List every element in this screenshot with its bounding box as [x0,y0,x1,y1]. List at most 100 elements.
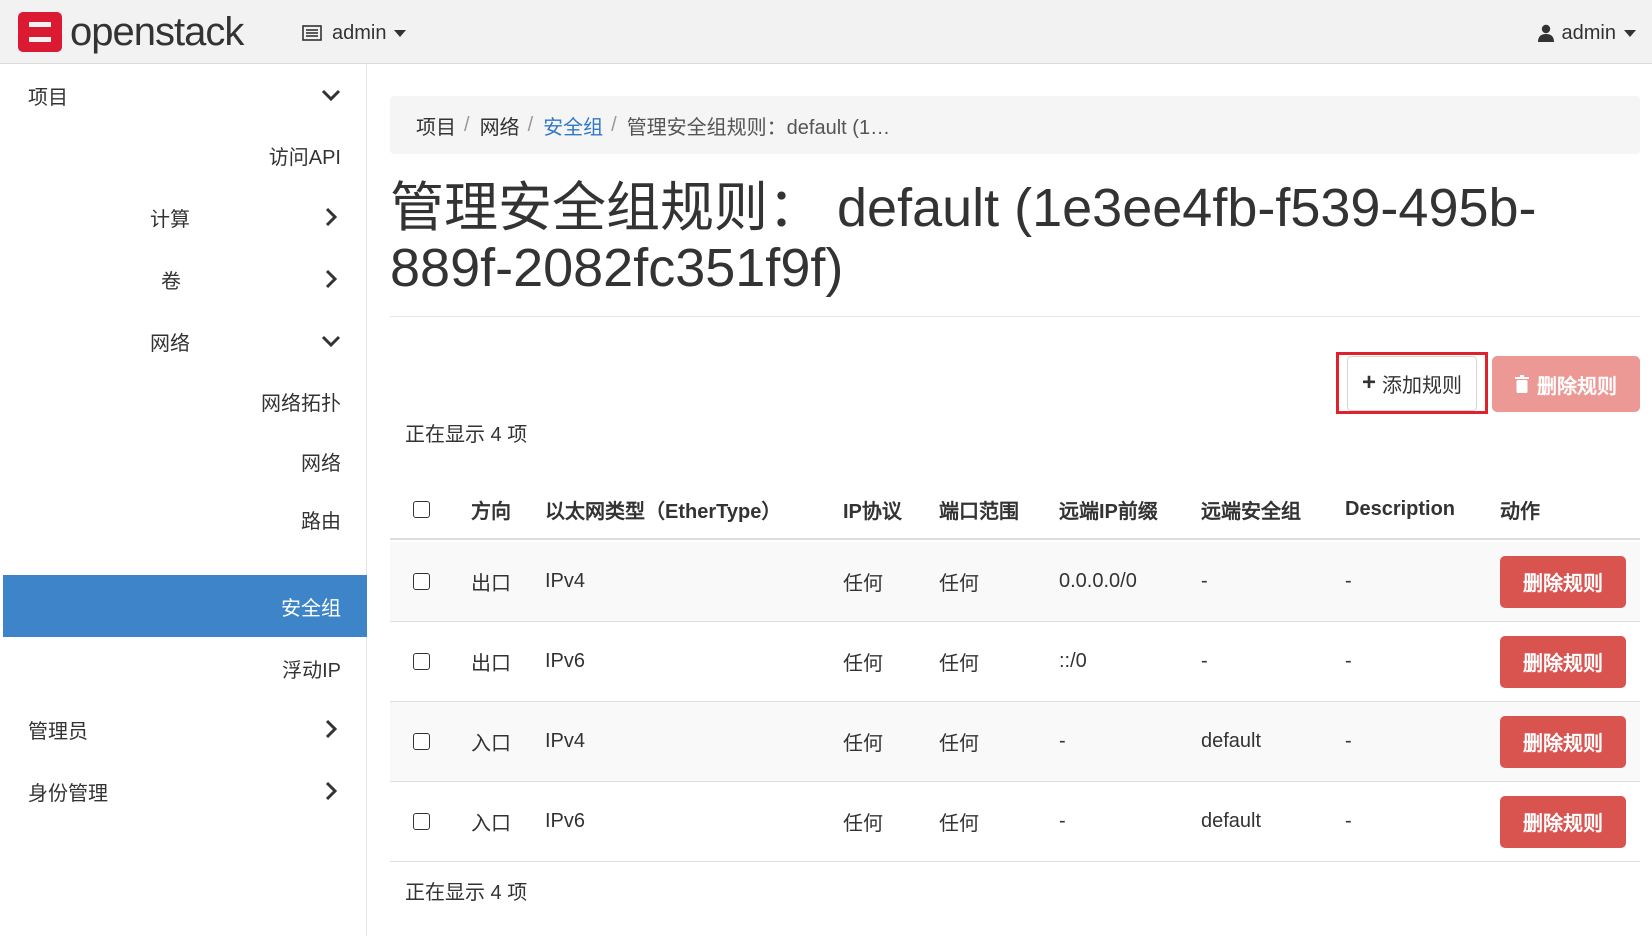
cell-remote-ip: 0.0.0.0/0 [1059,570,1137,592]
sidebar-item-volumes[interactable]: 卷 [3,248,367,310]
table-row: 入口 IPv6 任何 任何 - default - 删除规则 [390,782,1640,862]
sidebar-item-project[interactable]: 项目 [3,64,367,126]
openstack-logo[interactable]: openstack [18,10,244,54]
sidebar-item-floating-ips[interactable]: 浮动IP [3,637,367,699]
cell-port-range: 任何 [939,813,979,835]
title-divider [390,316,1640,317]
select-all-checkbox[interactable] [413,500,430,518]
header-remote-ip[interactable]: 远端IP前缀 [1059,480,1158,538]
cell-protocol: 任何 [843,653,883,675]
sidebar-item-network[interactable]: 网络 [3,310,367,372]
cell-ethertype: IPv4 [545,570,586,592]
chevron-down-icon [321,89,341,102]
cell-protocol: 任何 [843,573,883,595]
cell-port-range: 任何 [939,653,979,675]
row-checkbox[interactable] [413,573,430,590]
cell-remote-sg: default [1201,810,1262,832]
delete-rules-button[interactable]: 删除规则 [1492,356,1640,412]
row-select-cell [413,542,430,621]
sidebar-item-label: 访问API [268,146,341,169]
cell-remote-sg: - [1201,570,1208,592]
cell-actions: 删除规则 [1500,782,1626,861]
cell-remote-ip: - [1059,730,1066,752]
cell-direction: 入口 [471,813,511,835]
item-count-top: 正在显示 4 项 [405,424,528,446]
header-ethertype[interactable]: 以太网类型（EtherType） [545,480,781,538]
item-count-bottom: 正在显示 4 项 [405,882,528,904]
user-menu[interactable]: admin [1537,20,1636,46]
sidebar-item-label: 网络 [150,332,190,355]
sidebar-item-label: 身份管理 [28,782,108,805]
header-port-range[interactable]: 端口范围 [939,480,1019,538]
sidebar-item-label: 项目 [28,86,68,109]
cell-description: - [1345,570,1352,592]
sidebar-item-label: 计算 [150,208,190,231]
cell-ethertype: IPv6 [545,810,586,832]
cell-ethertype: IPv6 [545,650,586,672]
sidebar-item-compute[interactable]: 计算 [3,186,367,248]
breadcrumb-separator: / [464,113,470,136]
project-switcher[interactable]: admin [302,20,407,46]
delete-rule-button[interactable]: 删除规则 [1500,715,1626,768]
sidebar-item-label: 安全组 [281,597,341,620]
header-select-all-cell [413,480,430,538]
add-rule-button[interactable]: + 添加规则 [1336,352,1488,414]
chevron-right-icon [325,781,338,801]
table-row: 入口 IPv4 任何 任何 - default - 删除规则 [390,702,1640,782]
cell-direction: 入口 [471,733,511,755]
cell-protocol: 任何 [843,733,883,755]
top-navbar: openstack admin admin [0,0,1652,64]
breadcrumb-item-project: 项目 [416,116,456,139]
chevron-right-icon [325,207,338,227]
delete-rule-button[interactable]: 删除规则 [1500,635,1626,688]
cell-description: - [1345,730,1352,752]
breadcrumb-separator: / [527,113,534,136]
sidebar-item-security-groups[interactable]: 安全组 [3,575,367,637]
header-direction[interactable]: 方向 [471,480,511,538]
cell-direction: 出口 [471,573,511,595]
header-protocol[interactable]: IP协议 [843,480,902,538]
chevron-right-icon [325,269,338,289]
add-rule-label: 添加规则 [1382,374,1462,397]
header-remote-sg[interactable]: 远端安全组 [1201,480,1301,538]
row-checkbox[interactable] [413,733,430,750]
row-select-cell [413,622,430,701]
user-menu-label: admin [1561,21,1616,44]
row-checkbox[interactable] [413,653,430,670]
user-icon [1537,24,1554,42]
breadcrumb: 项目 / 网络 / 安全组 / 管理安全组规则：default (1… [390,96,1640,154]
header-description[interactable]: Description [1345,480,1455,538]
breadcrumb-link-security-groups[interactable]: 安全组 [543,111,603,140]
plus-icon: + [1361,369,1376,396]
cell-actions: 删除规则 [1500,622,1626,701]
sidebar-item-label: 管理员 [28,720,88,743]
sidebar-item-admin[interactable]: 管理员 [3,698,367,760]
sidebar-item-routers[interactable]: 路由 [3,488,367,550]
cell-description: - [1345,650,1352,672]
delete-rule-button[interactable]: 删除规则 [1500,555,1626,608]
sidebar-item-networks[interactable]: 网络 [3,430,367,492]
cell-protocol: 任何 [843,813,883,835]
cell-direction: 出口 [471,653,511,675]
sidebar-item-access-api[interactable]: 访问API [3,124,367,186]
breadcrumb-separator: / [611,113,617,136]
row-select-cell [413,702,430,781]
caret-down-icon [394,29,407,37]
cell-port-range: 任何 [939,573,979,595]
breadcrumb-current: 管理安全组规则：default (1… [626,116,891,139]
row-checkbox[interactable] [413,813,430,830]
cell-remote-sg: default [1201,730,1262,752]
chevron-down-icon [321,335,341,348]
sidebar-item-label: 网络拓扑 [261,392,341,415]
cell-ethertype: IPv4 [545,730,586,752]
cell-description: - [1345,810,1352,832]
sidebar-item-identity[interactable]: 身份管理 [3,760,367,822]
delete-rule-button[interactable]: 删除规则 [1500,795,1626,848]
brand-name: openstack [70,10,244,54]
table-row: 出口 IPv6 任何 任何 ::/0 - - 删除规则 [390,622,1640,702]
header-actions: 动作 [1500,500,1540,523]
sidebar-item-network-topology[interactable]: 网络拓扑 [3,370,367,432]
project-switcher-label: admin [332,21,387,44]
delete-rules-label: 删除规则 [1537,375,1617,398]
trash-icon [1515,375,1529,393]
